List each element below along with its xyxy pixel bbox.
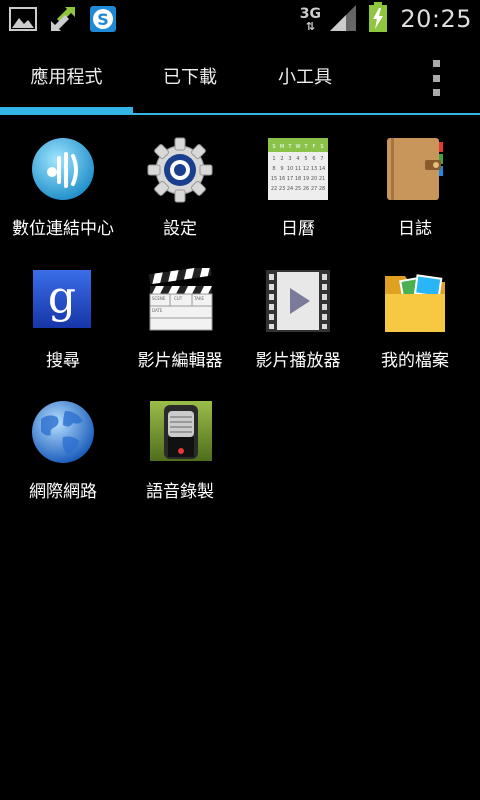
voice-recorder-icon (146, 399, 214, 467)
calendar-day: 24 (287, 186, 293, 192)
clapperboard-icon: SCENE CUT TAKE DATE (146, 265, 214, 336)
sync-arrows-icon (48, 4, 78, 34)
tab-downloaded[interactable]: 已下載 (125, 38, 255, 114)
app-label: 設定 (163, 219, 197, 239)
clapper-field: SCENE (152, 296, 166, 301)
app-journal[interactable]: 日誌 (356, 136, 474, 256)
calendar-day: 20 (311, 176, 317, 182)
app-internet[interactable]: 網際網路 (4, 399, 122, 519)
globe-icon (29, 399, 97, 467)
tab-label: 小工具 (278, 67, 332, 88)
status-clock: 20:25 (400, 5, 472, 33)
allshare-icon (29, 136, 97, 204)
calendar-weekday: W (296, 144, 301, 150)
calendar-day: 26 (303, 186, 309, 192)
journal-icon (381, 136, 449, 204)
tab-label: 應用程式 (30, 67, 103, 88)
calendar-day: 23 (279, 186, 285, 192)
app-settings[interactable]: 設定 (121, 136, 239, 256)
folder-icon (381, 268, 449, 336)
app-label: 影片播放器 (255, 351, 341, 371)
calendar-weekday: S (320, 144, 323, 150)
calendar-day: 13 (311, 166, 317, 172)
tab-selected-indicator (0, 107, 133, 115)
calendar-day: 25 (295, 186, 301, 192)
app-label: 我的檔案 (381, 351, 449, 371)
calendar-day: 16 (279, 176, 285, 182)
calendar-day: 10 (287, 166, 293, 172)
calendar-day: 27 (311, 186, 317, 192)
signal-icon (328, 3, 358, 35)
status-bar: S 3G ⇅ 20:25 (0, 0, 480, 38)
app-voice-recorder[interactable]: 語音錄製 (121, 399, 239, 519)
calendar-day: 4 (296, 156, 299, 162)
video-player-icon (264, 268, 332, 336)
calendar-day: 6 (312, 156, 315, 162)
calendar-day: 28 (319, 186, 325, 192)
calendar-day: 22 (271, 186, 277, 192)
network-type: 3G ⇅ (299, 5, 321, 33)
calendar-day: 15 (271, 176, 277, 182)
app-label: 日誌 (398, 219, 432, 239)
calendar-day: 2 (280, 156, 283, 162)
calendar-day: 1 (272, 156, 275, 162)
calendar-day: 14 (319, 166, 325, 172)
calendar-day: 21 (319, 176, 325, 182)
tab-label: 已下載 (163, 67, 217, 88)
app-search[interactable]: g 搜尋 (4, 268, 122, 388)
settings-gear-icon (146, 136, 214, 204)
calendar-weekday: S (272, 144, 275, 150)
calendar-day: 3 (288, 156, 291, 162)
image-icon (8, 4, 38, 34)
app-video-editor[interactable]: SCENE CUT TAKE DATE 影片編輯器 (121, 265, 239, 388)
calendar-weekday: F (313, 144, 316, 150)
svg-text:g: g (48, 272, 76, 323)
clapper-field: DATE (152, 308, 163, 313)
svg-text:S: S (97, 10, 109, 29)
calendar-day: 5 (304, 156, 307, 162)
tab-applications[interactable]: 應用程式 (0, 38, 133, 114)
app-label: 網際網路 (29, 482, 97, 502)
battery-charging-icon (368, 2, 388, 36)
app-allshare[interactable]: 數位連結中心 (4, 136, 122, 256)
calendar-day: 12 (303, 166, 309, 172)
calendar-day: 9 (280, 166, 283, 172)
app-label: 搜尋 (46, 351, 80, 371)
app-video-player[interactable]: 影片播放器 (239, 268, 357, 388)
overflow-menu-icon[interactable] (428, 60, 444, 96)
google-search-icon: g (29, 268, 97, 336)
calendar-day: 7 (320, 156, 323, 162)
calendar-day: 17 (287, 176, 293, 182)
calendar-day: 19 (303, 176, 309, 182)
app-label: 語音錄製 (146, 482, 214, 502)
calendar-day: 11 (295, 166, 301, 172)
app-label: 數位連結中心 (12, 219, 114, 239)
calendar-day: 8 (272, 166, 275, 172)
clapper-field: CUT (174, 296, 183, 301)
calendar-icon: SMTWTFS 1 2 3 4 5 6 7 8 9 10 11 12 13 14 15 16 17 18 19 20 2… (264, 136, 332, 204)
tab-widgets[interactable]: 小工具 (240, 38, 370, 114)
calendar-weekday: M (280, 144, 284, 150)
clapper-field: TAKE (193, 296, 204, 301)
skype-icon: S (88, 4, 118, 34)
app-label: 日曆 (281, 219, 315, 239)
calendar-day: 18 (295, 176, 301, 182)
app-label: 影片編輯器 (137, 351, 223, 371)
app-calendar[interactable]: SMTWTFS 1 2 3 4 5 6 7 8 9 10 11 12 13 14 15 16 17 18 19 20 2… (239, 136, 357, 256)
app-my-files[interactable]: 我的檔案 (356, 268, 474, 388)
